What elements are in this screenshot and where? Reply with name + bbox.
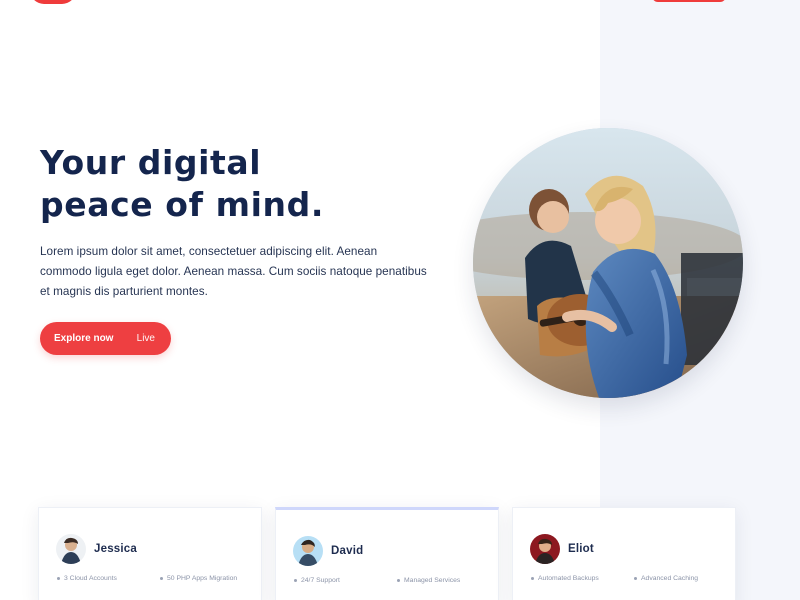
- explore-button[interactable]: Explore now Live: [40, 322, 171, 355]
- list-item: Advanced Caching: [634, 575, 727, 582]
- avatar: [293, 536, 323, 566]
- hero-photo: [473, 128, 743, 398]
- person-name: Jessica: [94, 543, 137, 555]
- card-feature-list: 3 Cloud Accounts 50 PHP Apps Migration: [57, 575, 253, 582]
- landing-page: Your digital peace of mind. Lorem ipsum …: [0, 0, 800, 600]
- top-cta-button[interactable]: [652, 0, 726, 2]
- team-card-david[interactable]: David 24/7 Support Managed Services: [275, 507, 499, 600]
- avatar: [56, 534, 86, 564]
- hero-description: Lorem ipsum dolor sit amet, consectetuer…: [40, 245, 427, 298]
- list-item: Managed Services: [397, 577, 490, 584]
- person-name: David: [331, 545, 364, 557]
- person-name: Eliot: [568, 543, 594, 555]
- hero-title: Your digital peace of mind.: [40, 142, 460, 226]
- team-card-jessica[interactable]: Jessica 3 Cloud Accounts 50 PHP Apps Mig…: [38, 507, 262, 600]
- team-cards: Jessica 3 Cloud Accounts 50 PHP Apps Mig…: [38, 507, 738, 600]
- live-button-label: Live: [136, 333, 155, 344]
- explore-button-label: Explore now: [54, 333, 114, 344]
- card-header: Eliot: [530, 534, 594, 564]
- hero-title-line-2: peace of mind.: [40, 185, 324, 224]
- list-item: Automated Backups: [531, 575, 624, 582]
- logo-mark[interactable]: [30, 0, 76, 4]
- card-feature-list: Automated Backups Advanced Caching: [531, 575, 727, 582]
- list-item: 24/7 Support: [294, 577, 387, 584]
- card-header: David: [293, 536, 363, 566]
- list-item: 50 PHP Apps Migration: [160, 575, 253, 582]
- team-card-eliot[interactable]: Eliot Automated Backups Advanced Caching: [512, 507, 736, 600]
- card-feature-list: 24/7 Support Managed Services: [294, 577, 490, 584]
- hero-title-line-1: Your digital: [40, 143, 262, 182]
- list-item: 3 Cloud Accounts: [57, 575, 150, 582]
- couple-photo-illustration: [473, 128, 743, 398]
- card-header: Jessica: [56, 534, 137, 564]
- avatar: [530, 534, 560, 564]
